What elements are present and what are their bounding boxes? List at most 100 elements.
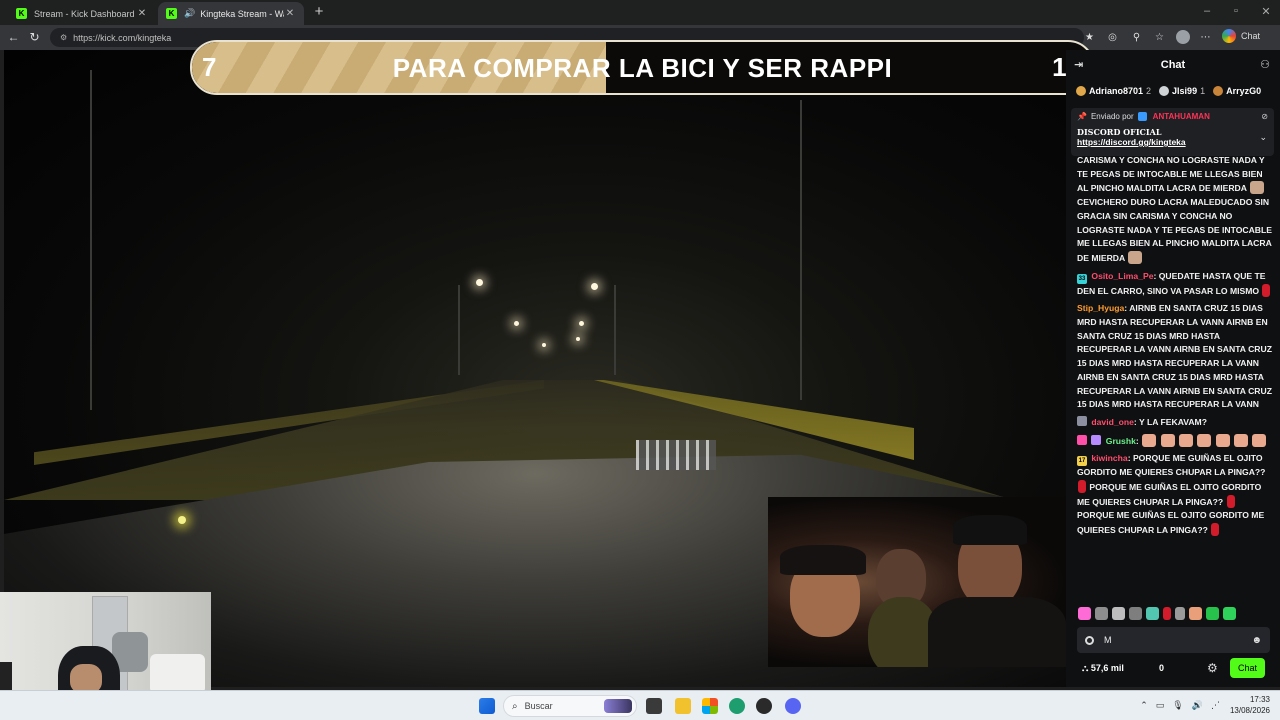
favorites-icon[interactable]: ☆ (1153, 31, 1166, 44)
minimize-icon[interactable]: – (1200, 5, 1214, 17)
chevron-up-icon[interactable]: ⌃ (1140, 700, 1148, 711)
chat-input[interactable]: M ☻ (1077, 627, 1270, 653)
taskbar: ⌕ Buscar ⌃ ▭ 🎙 🔊 ⋰ 17:33 13/08/2026 (0, 690, 1280, 720)
street-lamp (476, 279, 483, 286)
url-text: https://kick.com/kingteka (73, 32, 172, 43)
emote-icon (1226, 494, 1235, 508)
gifter-name: Adriano8701 (1089, 86, 1144, 96)
network-icon[interactable]: ▭ (1156, 700, 1165, 711)
top-gifters-bar: Adriano8701 2 Jlsi99 1 ArryzG0 (1066, 82, 1280, 100)
store-icon[interactable] (702, 698, 718, 714)
chat-username[interactable]: Stip_Hyuga (1077, 303, 1124, 313)
close-window-icon[interactable]: ✕ (1259, 5, 1273, 18)
discord-icon[interactable] (785, 698, 801, 714)
edge-browser-icon[interactable] (729, 698, 745, 714)
tab-title: Kingteka Stream - Watch Live (200, 8, 284, 19)
gifter-item[interactable]: Adriano8701 2 (1076, 86, 1151, 96)
task-view-icon[interactable] (646, 698, 662, 714)
file-explorer-icon[interactable] (675, 698, 691, 714)
pinned-author[interactable]: ANTAHUAMAN (1153, 112, 1210, 121)
goal-banner: 7 PARA COMPRAR LA BICI Y SER RAPPI 15 (190, 40, 1095, 95)
gift-badge-icon (1213, 86, 1224, 96)
windows-start-icon[interactable] (479, 698, 495, 714)
gifter-name: ArryzG0 (1226, 86, 1262, 96)
search-highlight-icon (604, 699, 632, 713)
bookmark-star-icon[interactable]: ★ (1083, 31, 1096, 44)
emote-icon[interactable] (1206, 606, 1219, 620)
collapse-chat-icon[interactable]: ⇥ (1074, 58, 1083, 71)
emote-icon[interactable] (1189, 606, 1202, 620)
emote-icon[interactable] (1175, 606, 1185, 620)
send-chat-button[interactable]: Chat (1230, 658, 1265, 678)
chat-message: 33 Osito_Lima_Pe: QUEDATE HASTA QUE TE D… (1077, 270, 1274, 299)
pin-icon: 📌 (1077, 112, 1087, 121)
volume-icon[interactable]: 🔊 (1192, 700, 1203, 711)
emoji-picker-icon[interactable]: ☻ (1251, 635, 1262, 646)
chat-username[interactable]: kiwincha (1091, 453, 1127, 463)
chat-message: Stip_Hyuga: AIRNB EN SANTA CRUZ 15 DIAS … (1077, 303, 1272, 410)
emote-icon[interactable] (1163, 606, 1171, 620)
chat-username[interactable]: Osito_Lima_Pe (1091, 271, 1153, 281)
profile-avatar[interactable] (1176, 30, 1190, 44)
user-badge (1077, 415, 1087, 426)
pinned-message[interactable]: 📌 Enviado por ANTAHUAMAN ⊘ DISCORD OFICI… (1071, 108, 1274, 156)
tab-kick-dashboard[interactable]: K Stream - Kick Dashboard ✕ (8, 2, 156, 25)
back-icon[interactable]: ← (6, 30, 21, 45)
street-lamp (542, 343, 546, 347)
emote-icon (1234, 433, 1249, 447)
emote-icon (1160, 433, 1175, 447)
tab-title: Stream - Kick Dashboard (34, 8, 135, 19)
chat-username[interactable]: Grushk (1106, 436, 1136, 446)
kick-logo-icon: K (16, 8, 27, 19)
mod-badge (1137, 112, 1147, 121)
unpin-icon[interactable]: ⊘ (1261, 112, 1268, 121)
wifi-icon[interactable]: ⋰ (1211, 700, 1220, 711)
microphone-icon[interactable]: 🎙 (1172, 700, 1183, 711)
emote-icon[interactable] (1223, 606, 1236, 620)
pinned-link[interactable]: https://discord.gg/kingteka (1077, 137, 1268, 147)
emote-bar (1078, 605, 1278, 621)
copilot-label: Chat (1241, 31, 1261, 41)
emote-icon (1078, 480, 1086, 494)
puzzle-icon[interactable]: ⚲ (1130, 31, 1143, 44)
chat-message: david_one: Y LA FEKAVAM? (1077, 415, 1274, 430)
new-tab-button[interactable]: + (311, 4, 327, 20)
speaker-icon[interactable]: 🔊 (184, 8, 195, 19)
gifter-count: 1 (1200, 86, 1206, 96)
close-tab-icon[interactable]: ✕ (284, 8, 296, 19)
viewers-count: ⛬ 57,6 mil (1082, 663, 1124, 674)
chat-panel: ⇥ Chat ⚇ Adriano8701 2 Jlsi99 1 ArryzG0 … (1066, 50, 1280, 687)
user-badge (1091, 434, 1102, 445)
clock[interactable]: 17:33 13/08/2026 (1230, 694, 1270, 716)
users-icon[interactable]: ⚇ (1260, 58, 1270, 71)
close-tab-icon[interactable]: ✕ (136, 8, 148, 19)
reload-icon[interactable]: ↻ (27, 30, 42, 45)
emote-icon[interactable] (1112, 606, 1125, 620)
more-menu-icon[interactable]: ⋯ (1199, 31, 1212, 44)
user-badge (1077, 434, 1087, 445)
record-icon (1085, 635, 1094, 645)
maximize-icon[interactable]: ▫ (1229, 5, 1243, 17)
chat-header: ⇥ Chat ⚇ (1066, 50, 1280, 80)
copilot-chat-button[interactable]: Chat (1222, 29, 1260, 43)
taskbar-search[interactable]: ⌕ Buscar (503, 695, 637, 717)
sub-badge: 17 (1077, 456, 1087, 467)
emote-icon[interactable] (1095, 606, 1108, 620)
chevron-down-icon[interactable]: ⌄ (1259, 132, 1267, 143)
gear-icon[interactable]: ⚙ (1207, 661, 1218, 675)
extension-icon[interactable]: ◎ (1106, 31, 1119, 44)
tab-kingteka-stream[interactable]: K 🔊 Kingteka Stream - Watch Live ✕ (158, 2, 304, 25)
emote-icon[interactable] (1146, 606, 1159, 620)
light-pole (458, 285, 460, 375)
emote-icon[interactable] (1129, 606, 1142, 620)
message-text: CEVICHERO DURO LACRA MALEDUCADO SIN GRAC… (1077, 197, 1272, 263)
gifter-item[interactable]: Jlsi99 1 (1159, 86, 1205, 96)
person-body (928, 597, 1066, 667)
gifter-item[interactable]: ArryzG0 (1213, 86, 1261, 96)
emote-icon[interactable] (1078, 606, 1091, 620)
chat-username[interactable]: david_one (1091, 417, 1134, 427)
obs-icon[interactable] (756, 698, 772, 714)
light-pole (800, 100, 802, 400)
site-info-icon[interactable]: ⚙ (60, 33, 67, 42)
system-tray: ⌃ ▭ 🎙 🔊 ⋰ 17:33 13/08/2026 (1132, 694, 1270, 716)
